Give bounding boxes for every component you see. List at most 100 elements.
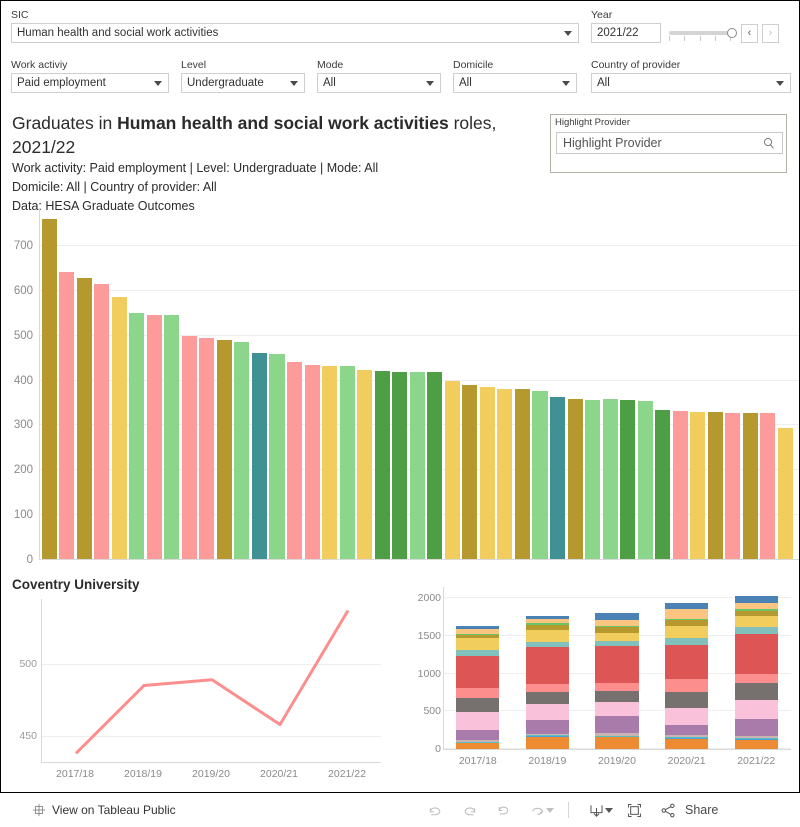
bar[interactable] [357, 370, 372, 559]
stacked-bar-segment[interactable] [526, 734, 569, 736]
stacked-bar-segment[interactable] [456, 688, 499, 697]
bar[interactable] [497, 389, 512, 560]
stacked-bar-segment[interactable] [595, 736, 638, 737]
bar[interactable] [673, 411, 688, 559]
bar[interactable] [234, 342, 249, 559]
stacked-bar-segment[interactable] [665, 708, 708, 724]
bar[interactable] [515, 389, 530, 559]
bar[interactable] [129, 313, 144, 559]
stacked-bar-segment[interactable] [456, 629, 499, 633]
stacked-bar-segment[interactable] [456, 698, 499, 713]
bar[interactable] [708, 412, 723, 559]
bar[interactable] [760, 413, 775, 559]
undo-icon[interactable] [418, 797, 452, 823]
bar[interactable] [410, 372, 425, 559]
stacked-bar-segment[interactable] [735, 611, 778, 616]
bar[interactable] [182, 336, 197, 559]
bar[interactable] [655, 410, 670, 559]
highlight-provider-input[interactable]: Highlight Provider [556, 132, 783, 154]
stacked-chart-plot-area[interactable] [443, 587, 791, 749]
stacked-bar-segment[interactable] [595, 633, 638, 642]
bar[interactable] [112, 297, 127, 559]
stacked-bar-segment[interactable] [665, 619, 708, 621]
stacked-bar-segment[interactable] [735, 683, 778, 700]
stacked-bar-segment[interactable] [595, 736, 638, 737]
year-next-button[interactable]: › [762, 24, 779, 43]
stacked-bar-segment[interactable] [595, 626, 638, 627]
work-activity-dropdown[interactable]: Paid employment [11, 73, 169, 93]
stacked-bar-segment[interactable] [456, 656, 499, 689]
bar[interactable] [322, 366, 337, 559]
bar[interactable] [199, 338, 214, 559]
bar[interactable] [427, 372, 442, 559]
stacked-bar-segment[interactable] [526, 619, 569, 624]
bar[interactable] [94, 284, 109, 559]
bar[interactable] [269, 354, 284, 560]
stacked-bar-segment[interactable] [735, 738, 778, 739]
level-dropdown[interactable]: Undergraduate [181, 73, 305, 93]
stacked-bar-segment[interactable] [735, 736, 778, 738]
year-value-box[interactable]: 2021/22 [591, 23, 661, 43]
redo-icon[interactable] [452, 797, 486, 823]
bar[interactable] [392, 372, 407, 559]
download-caret-icon[interactable] [605, 808, 613, 813]
stacked-bar-segment[interactable] [595, 733, 638, 735]
bar[interactable] [445, 381, 460, 559]
stacked-bar-segment[interactable] [735, 596, 778, 603]
stacked-bar-segment[interactable] [456, 740, 499, 742]
bar[interactable] [252, 353, 267, 559]
line-chart-plot-area[interactable] [41, 599, 381, 762]
stacked-bar-segment[interactable] [595, 627, 638, 633]
stacked-bar-segment[interactable] [665, 620, 708, 626]
bar[interactable] [375, 371, 390, 559]
stacked-bar-segment[interactable] [735, 674, 778, 683]
stacked-bar-segment[interactable] [735, 603, 778, 609]
stacked-bar-segment[interactable] [665, 738, 708, 739]
stacked-bar-segment[interactable] [735, 719, 778, 736]
stacked-bar-segment[interactable] [665, 725, 708, 736]
bar[interactable] [743, 413, 758, 559]
bar[interactable] [778, 428, 793, 559]
domicile-dropdown[interactable]: All [453, 73, 577, 93]
stacked-bar-segment[interactable] [526, 736, 569, 737]
stacked-bar-segment[interactable] [526, 704, 569, 720]
bar[interactable] [77, 278, 92, 559]
stacked-bar-segment[interactable] [665, 692, 708, 708]
stacked-bar-segment[interactable] [456, 742, 499, 743]
stacked-bar-segment[interactable] [526, 647, 569, 684]
stacked-bar-segment[interactable] [526, 630, 569, 641]
bar[interactable] [480, 387, 495, 559]
stacked-bar-segment[interactable] [526, 623, 569, 625]
bar[interactable] [638, 401, 653, 559]
stacked-bar-segment[interactable] [595, 646, 638, 683]
bar[interactable] [585, 400, 600, 559]
stacked-bar-segment[interactable] [595, 683, 638, 691]
view-on-tableau-public-link[interactable]: View on Tableau Public [32, 803, 176, 817]
stacked-bar-segment[interactable] [595, 737, 638, 749]
country-of-provider-dropdown[interactable]: All [591, 73, 791, 93]
stacked-bar-segment[interactable] [526, 616, 569, 619]
stacked-bar-segment[interactable] [665, 638, 708, 645]
stacked-bar-segment[interactable] [456, 742, 499, 743]
providers-bar-chart[interactable]: 0100200300400500600700 [1, 208, 800, 560]
stacked-bar-segment[interactable] [595, 691, 638, 702]
stacked-bar[interactable] [456, 587, 499, 749]
stacked-bar-segment[interactable] [526, 692, 569, 704]
stacked-bar-segment[interactable] [456, 635, 499, 638]
stacked-bar-segment[interactable] [665, 739, 708, 749]
stacked-bar-segment[interactable] [595, 702, 638, 716]
bar[interactable] [287, 362, 302, 559]
stacked-bar-segment[interactable] [665, 679, 708, 693]
revert-icon[interactable] [486, 797, 520, 823]
bar[interactable] [42, 219, 57, 559]
stacked-bar-segment[interactable] [665, 626, 708, 638]
stacked-bar-segment[interactable] [456, 712, 499, 729]
stacked-bar-segment[interactable] [735, 634, 778, 674]
stacked-bar-segment[interactable] [595, 716, 638, 733]
stacked-bar-segment[interactable] [735, 700, 778, 719]
stacked-bar-segment[interactable] [665, 645, 708, 679]
stacked-bar-segment[interactable] [526, 735, 569, 736]
share-button[interactable]: Share [657, 797, 718, 823]
stacked-bar-segment[interactable] [456, 730, 499, 740]
stacked-bar[interactable] [595, 587, 638, 749]
